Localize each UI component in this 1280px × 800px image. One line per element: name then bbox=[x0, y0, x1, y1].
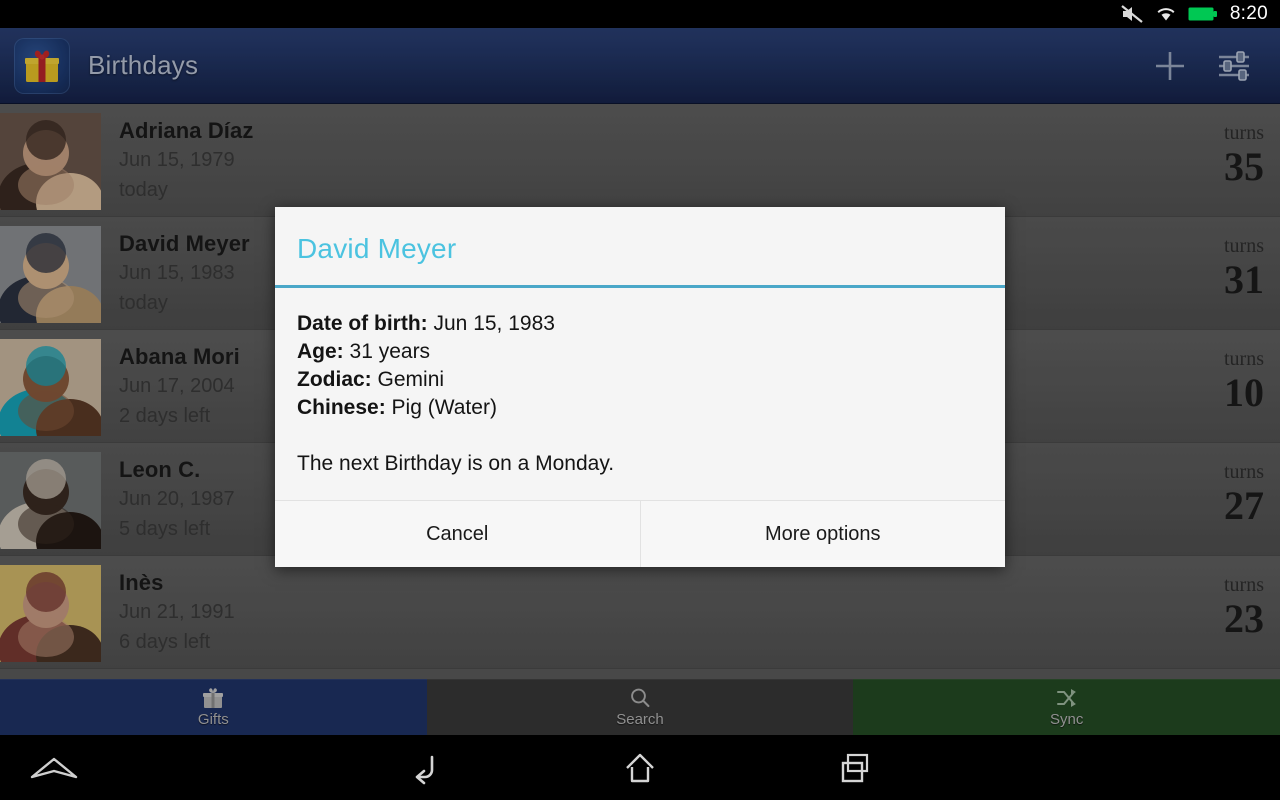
detail-value: Pig (Water) bbox=[391, 396, 497, 419]
status-bar: 8:20 bbox=[0, 0, 1280, 28]
back-icon[interactable] bbox=[392, 735, 456, 800]
more-options-button[interactable]: More options bbox=[639, 501, 1006, 567]
device-screen: 8:20 Birthdays Adriana Díaz Jun 15, 1979… bbox=[0, 0, 1280, 800]
collapse-chevron-icon[interactable] bbox=[18, 735, 90, 800]
detail-label: Date of birth: bbox=[297, 312, 428, 335]
detail-row: Date of birth: Jun 15, 1983 bbox=[297, 310, 983, 338]
dialog-title: David Meyer bbox=[297, 233, 457, 264]
dialog-note: The next Birthday is on a Monday. bbox=[297, 452, 615, 475]
detail-row: Age: 31 years bbox=[297, 338, 983, 366]
detail-value: Gemini bbox=[377, 368, 445, 391]
battery-icon bbox=[1188, 5, 1218, 23]
dialog-title-area: David Meyer bbox=[275, 207, 1005, 285]
recents-icon[interactable] bbox=[824, 735, 888, 800]
dialog-button-row: Cancel More options bbox=[275, 500, 1005, 567]
status-clock: 8:20 bbox=[1229, 3, 1268, 24]
cancel-button[interactable]: Cancel bbox=[275, 501, 640, 567]
birthday-detail-dialog: David Meyer Date of birth: Jun 15, 1983 A… bbox=[275, 207, 1005, 567]
detail-label: Zodiac: bbox=[297, 368, 372, 391]
detail-value: 31 years bbox=[349, 340, 431, 363]
detail-value: Jun 15, 1983 bbox=[433, 312, 555, 335]
detail-row: Zodiac: Gemini bbox=[297, 366, 983, 394]
detail-row: Chinese: Pig (Water) bbox=[297, 394, 983, 422]
detail-label: Chinese: bbox=[297, 396, 386, 419]
dialog-body: Date of birth: Jun 15, 1983 Age: 31 years… bbox=[275, 288, 1005, 500]
mute-icon bbox=[1120, 4, 1144, 24]
detail-label: Age: bbox=[297, 340, 344, 363]
wifi-icon bbox=[1154, 4, 1178, 24]
system-navigation-bar bbox=[0, 735, 1280, 800]
home-icon[interactable] bbox=[608, 735, 672, 800]
